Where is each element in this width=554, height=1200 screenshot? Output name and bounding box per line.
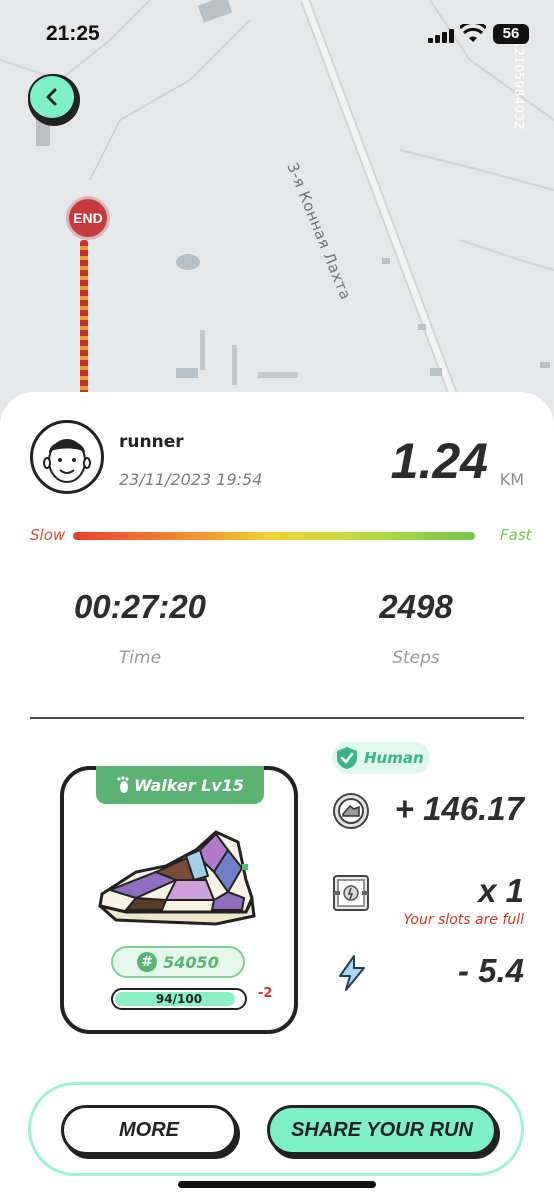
- distance-value: 1.24: [390, 433, 488, 489]
- human-label: Human: [364, 749, 424, 767]
- action-bar: MORE SHARE YOUR RUN: [28, 1082, 524, 1176]
- mystery-box-icon: [333, 875, 369, 911]
- run-date: 23/11/2023 19:54: [119, 470, 263, 489]
- share-run-button[interactable]: SHARE YOUR RUN: [267, 1105, 497, 1155]
- end-marker: END: [66, 196, 110, 240]
- sneaker-id: 54050: [163, 952, 219, 972]
- footprint-icon: [117, 776, 129, 793]
- sneaker-image: [98, 830, 256, 926]
- time-label: Time: [118, 648, 162, 668]
- box-reward-value: x 1: [478, 872, 524, 909]
- hash-icon: #: [137, 952, 158, 972]
- back-button[interactable]: [28, 74, 80, 126]
- durability-text: 94/100: [155, 992, 203, 1006]
- signal-icon: [428, 29, 454, 43]
- sneaker-id-badge: # 54050: [111, 946, 245, 978]
- pace-slow-label: Slow: [30, 526, 66, 544]
- run-summary-sheet: runner 23/11/2023 19:54 1.24 KM Slow Fas…: [0, 392, 554, 1200]
- avatar: [30, 420, 104, 494]
- pace-fast-label: Fast: [500, 526, 532, 544]
- status-time: 21:25: [46, 22, 100, 45]
- energy-cost-value: - 5.4: [457, 952, 524, 989]
- energy-bolt-icon: [339, 955, 365, 991]
- avatar-face-icon: [43, 439, 91, 483]
- durability-change: -2: [258, 986, 273, 1001]
- time-value: 00:27:20: [73, 588, 207, 625]
- route-line: [80, 240, 88, 400]
- steps-stat: 2498 Steps: [316, 588, 516, 668]
- gst-coin-icon: [333, 793, 369, 829]
- chevron-left-icon: [46, 88, 57, 106]
- sneaker-level-tag: Walker Lv15: [96, 766, 264, 804]
- section-divider: [30, 717, 524, 719]
- human-badge: Human: [332, 742, 430, 774]
- more-button[interactable]: MORE: [61, 1105, 237, 1155]
- steps-label: Steps: [392, 648, 440, 668]
- time-stat: 00:27:20 Time: [40, 588, 240, 668]
- shield-check-icon: [337, 747, 357, 769]
- distance-unit: KM: [499, 470, 524, 489]
- home-indicator[interactable]: [178, 1181, 376, 1188]
- runner-name: runner: [119, 432, 184, 452]
- status-bar: 21:25 56: [0, 0, 554, 70]
- coin-reward-value: + 146.17: [394, 790, 524, 827]
- steps-value: 2498: [379, 588, 453, 625]
- slots-full-note: Your slots are full: [403, 912, 524, 928]
- durability-bar: 94/100: [111, 988, 247, 1010]
- pace-gradient-bar: [73, 532, 475, 540]
- sneaker-level-label: Walker Lv15: [133, 775, 245, 795]
- wifi-icon: [460, 24, 486, 42]
- battery-icon: 56: [493, 24, 529, 44]
